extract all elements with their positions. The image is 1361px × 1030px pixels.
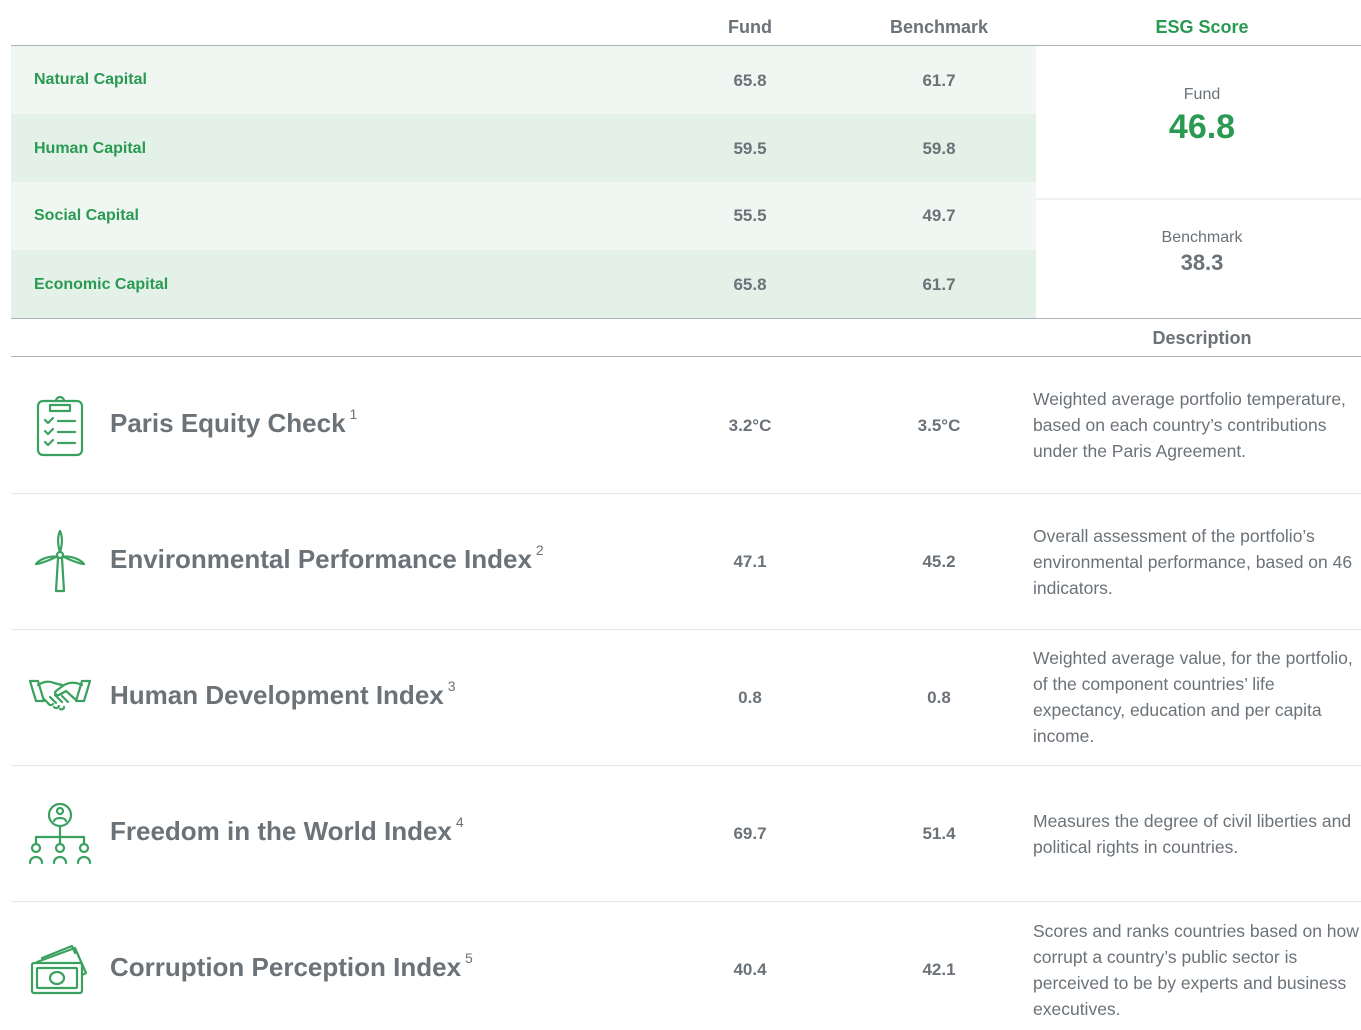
indicator-benchmark-value: 45.2 [922,552,956,571]
esg-fund-label: Fund [1183,86,1221,103]
capital-benchmark-value: 61.7 [922,71,956,90]
capital-benchmark-value: 61.7 [922,275,956,294]
indicator-description: Scores and ranks countries based on how … [1033,921,1359,1019]
footnote-marker: 5 [465,950,473,966]
row-divider [11,901,1361,902]
indicator-fund-value: 69.7 [733,824,767,843]
handshake-icon [28,665,92,729]
capital-row-band [11,182,1036,250]
indicator-name: Human Development Index 3 [110,678,456,710]
esg-fund-value: 46.8 [1168,108,1236,146]
capital-fund-value: 59.5 [733,139,767,158]
row-divider [11,629,1361,630]
indicator-fund-value: 47.1 [733,552,767,571]
capital-benchmark-value: 49.7 [922,206,956,225]
footnote-marker: 2 [535,542,544,558]
people-hierarchy-icon [28,801,92,865]
header-benchmark: Benchmark [889,17,989,37]
esg-benchmark-label: Benchmark [1161,229,1243,246]
row-divider [11,765,1361,766]
capital-label: Economic Capital [34,276,169,293]
capital-bottom-divider [11,318,1361,319]
indicator-benchmark-value: 51.4 [922,824,956,843]
indicator-name: Corruption Perception Index 5 [110,950,473,982]
indicator-description: Weighted average portfolio temperature, … [1033,389,1346,461]
header-fund: Fund [728,17,772,37]
indicator-name: Environmental Performance Index 2 [110,542,544,574]
capital-fund-value: 65.8 [733,275,767,294]
footnote-marker: 1 [349,406,358,422]
capital-benchmark-value: 59.8 [922,139,956,158]
header-esg-score: ESG Score [1155,17,1249,37]
header-description: Description [1152,328,1252,348]
capital-fund-value: 55.5 [733,206,767,225]
indicator-name: Freedom in the World Index 4 [110,814,464,846]
indicator-fund-value: 0.8 [738,688,762,707]
indicator-benchmark-value: 42.1 [922,960,956,979]
capital-fund-value: 65.8 [733,71,767,90]
capital-row-band [11,114,1036,182]
indicator-benchmark-value: 0.8 [927,688,951,707]
indicator-description: Weighted average value, for the portfoli… [1033,648,1353,746]
row-divider [11,493,1361,494]
indicator-name: Paris Equity Check 1 [110,406,358,438]
esg-benchmark-value: 38.3 [1180,250,1224,275]
banknotes-icon [28,937,92,1001]
indicator-description: Measures the degree of civil liberties a… [1033,811,1352,857]
indicator-fund-value: 40.4 [733,960,767,979]
capital-label: Social Capital [34,207,139,224]
indicator-description: Overall assessment of the portfolio’s en… [1033,526,1353,598]
capital-label: Human Capital [34,140,147,157]
capital-label: Natural Capital [34,71,147,88]
esg-panel-divider [1036,198,1361,200]
footnote-marker: 3 [447,678,456,694]
indicator-fund-value: 3.2°C [728,416,772,435]
description-header-divider [11,356,1361,357]
wind-turbine-icon [28,529,92,593]
clipboard-checklist-icon [28,393,92,457]
footnote-marker: 4 [455,814,464,830]
indicator-benchmark-value: 3.5°C [917,416,961,435]
capital-row-band [11,46,1036,114]
